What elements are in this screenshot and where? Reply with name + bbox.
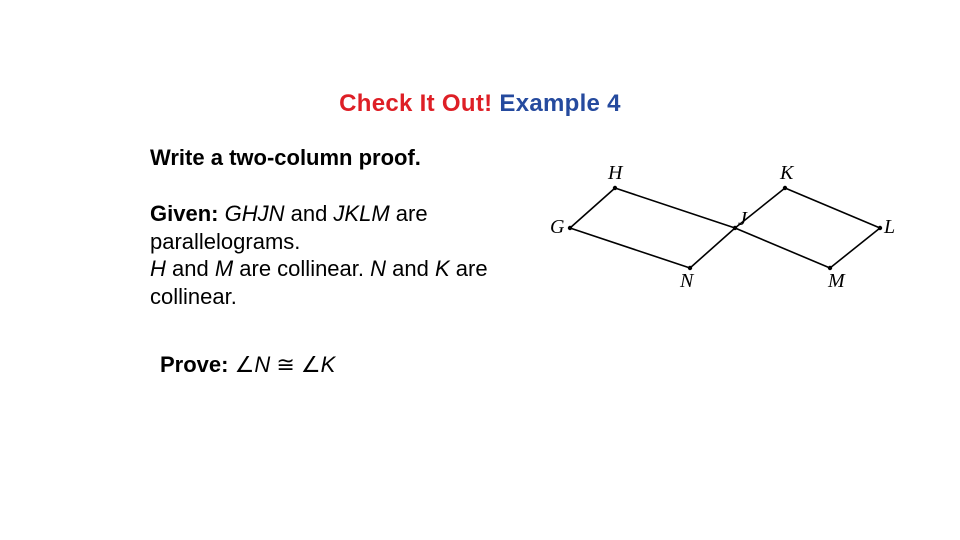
geometry-figure: G H J N K L M: [560, 158, 900, 318]
slide-heading: Check It Out! Example 4: [0, 90, 960, 118]
angle-icon: ∠: [235, 352, 255, 377]
prove-k: K: [321, 352, 336, 377]
given-collinear1: are collinear.: [233, 256, 370, 281]
angle-icon: ∠: [301, 352, 321, 377]
instruction-text: Write a two-column proof.: [150, 145, 421, 171]
congruent-icon: ≅: [270, 352, 301, 377]
slide: Check It Out! Example 4 Write a two-colu…: [0, 0, 960, 540]
vertex-label-k: K: [780, 162, 793, 185]
prove-label: Prove:: [160, 352, 228, 377]
vertex-label-l: L: [884, 216, 895, 239]
prove-n: N: [254, 352, 270, 377]
vertex-label-m: M: [828, 270, 845, 293]
vertex-label-n: N: [680, 270, 693, 293]
vertex-label-h: H: [608, 162, 622, 185]
vertex-label-g: G: [550, 216, 564, 239]
vertex-label-j: J: [738, 208, 747, 231]
given-n: N: [370, 256, 386, 281]
prove-block: Prove: ∠N ≅ ∠K: [160, 352, 335, 378]
given-and3: and: [386, 256, 435, 281]
given-and1: and: [284, 201, 333, 226]
given-jklm: JKLM: [333, 201, 389, 226]
given-m: M: [215, 256, 233, 281]
given-ghjn: GHJN: [225, 201, 285, 226]
given-k: K: [435, 256, 450, 281]
given-label: Given:: [150, 201, 218, 226]
heading-part-1: Check It Out!: [339, 90, 492, 117]
given-and2: and: [166, 256, 215, 281]
given-h: H: [150, 256, 166, 281]
heading-part-2: Example 4: [499, 90, 620, 117]
given-block: Given: GHJN and JKLM are parallelograms.…: [150, 200, 550, 310]
